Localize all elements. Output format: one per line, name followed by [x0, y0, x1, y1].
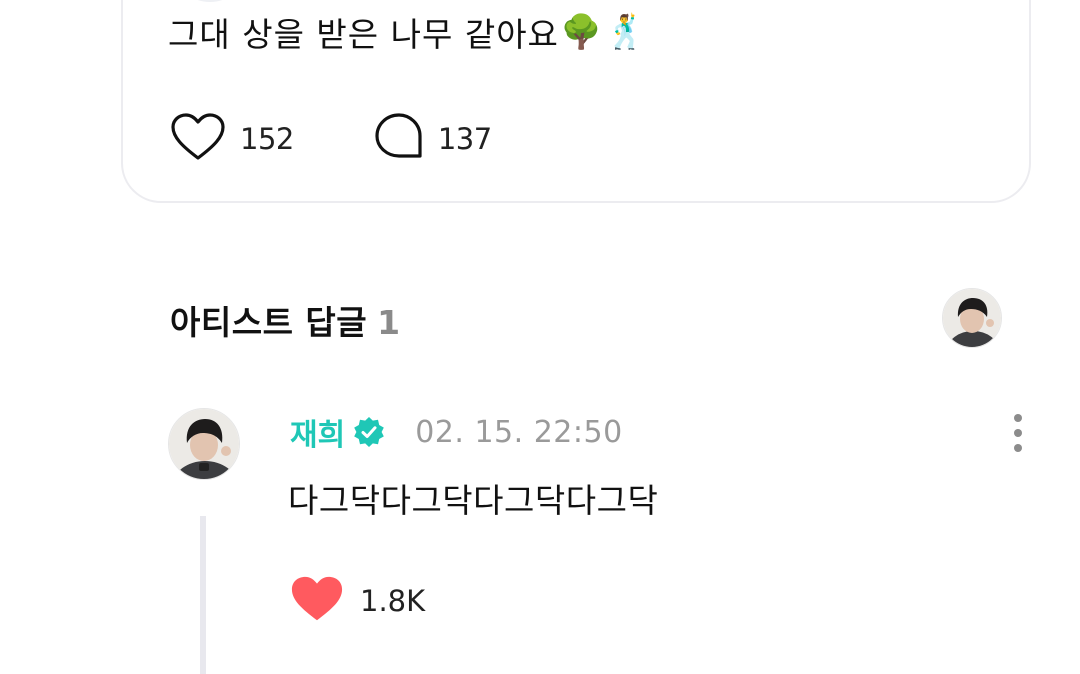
- like-count: 152: [240, 122, 294, 156]
- like-button[interactable]: 152: [170, 112, 294, 166]
- reply-meta: 재희 02. 15. 22:50: [290, 410, 623, 454]
- post-text: 그대 상을 받은 나무 같아요: [168, 15, 559, 54]
- more-options-button[interactable]: [1006, 410, 1030, 456]
- thread-line: [200, 516, 206, 674]
- reply-like-button[interactable]: 1.8K: [290, 574, 425, 628]
- verified-badge-icon: [353, 416, 385, 448]
- comment-button[interactable]: 137: [374, 112, 492, 166]
- reply-like-count: 1.8K: [360, 584, 426, 618]
- post-author-avatar[interactable]: [171, 0, 249, 2]
- heart-outline-icon: [170, 112, 226, 166]
- section-count: 1: [377, 303, 401, 342]
- reply-text: 다그닥다그닥다그닥다그닥: [288, 481, 659, 520]
- reply-date: 02. 15. 22:50: [415, 414, 623, 450]
- heart-filled-icon: [290, 574, 344, 628]
- comment-bubble-icon: [374, 112, 424, 166]
- artist-avatar-small[interactable]: [942, 288, 1002, 348]
- comment-count: 137: [437, 122, 492, 156]
- post-body: 그대 상을 받은 나무 같아요 🌳 🕺: [168, 8, 647, 56]
- more-dots-icon: [1014, 414, 1022, 422]
- dancer-emoji: 🕺: [605, 12, 648, 51]
- tree-emoji: 🌳: [560, 12, 604, 51]
- reply-author-name[interactable]: 재희: [290, 410, 345, 454]
- artist-replies-header: 아티스트 답글 1: [170, 296, 400, 344]
- reply-author-avatar[interactable]: [168, 408, 240, 480]
- section-title: 아티스트 답글: [170, 303, 368, 342]
- post-actions: 152 137: [170, 112, 492, 166]
